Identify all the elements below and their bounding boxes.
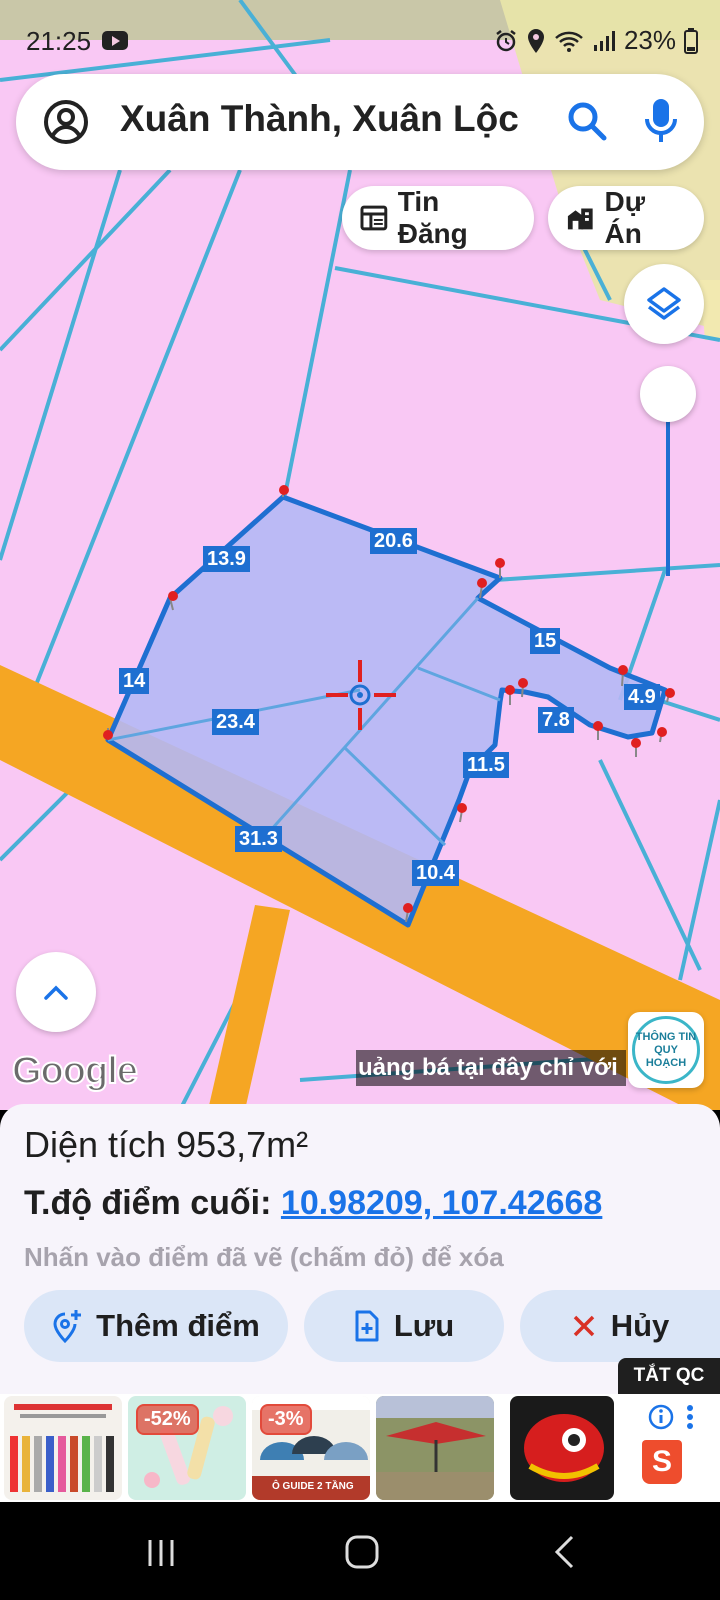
canopy-image: [376, 1396, 494, 1500]
account-icon[interactable]: [42, 98, 90, 146]
area-value: 953,7m²: [176, 1124, 309, 1165]
chevron-up-icon: [44, 985, 68, 1000]
signal-icon: [593, 30, 615, 51]
delete-hint: Nhấn vào điểm đã vẽ (chấm đỏ) để xóa: [24, 1242, 504, 1272]
paint-swatch-image: [10, 1404, 114, 1492]
save-button[interactable]: Lưu: [304, 1290, 504, 1362]
search-query[interactable]: Xuân Thành, Xuân Lộc: [120, 98, 519, 140]
projects-label: Dự Án: [604, 186, 646, 249]
listings-icon: [360, 205, 388, 231]
ad-thumb-umbrella[interactable]: -3% Ô GUIDE 2 TẦNG: [252, 1396, 370, 1500]
status-bar: 21:25 23%: [0, 0, 720, 80]
edge-length-label: 13.9: [203, 546, 250, 572]
discount-badge-2: -3%: [260, 1404, 312, 1435]
wifi-icon: [555, 31, 583, 52]
edge-length-label: 14: [119, 668, 150, 694]
battery-percent: 23%: [623, 25, 676, 55]
planning-info-button[interactable]: THÔNG TIN QUY HOẠCH: [628, 1012, 704, 1088]
close-icon: [573, 1315, 594, 1337]
back-icon[interactable]: [552, 1534, 576, 1570]
info-icon[interactable]: [648, 1404, 674, 1430]
ad-banner[interactable]: -52% -3% Ô GUIDE 2 TẦNG S: [0, 1394, 720, 1502]
projects-chip[interactable]: Dự Án: [548, 186, 704, 250]
battery-icon: [684, 27, 698, 54]
ad-thumb-canopy[interactable]: [376, 1396, 494, 1500]
youtube-icon: [102, 31, 128, 50]
ad-info-area[interactable]: S: [620, 1394, 720, 1502]
planning-info-icon: THÔNG TIN QUY HOẠCH: [632, 1016, 700, 1084]
edge-length-label: 31.3: [235, 826, 282, 852]
cancel-button[interactable]: Hủy: [520, 1290, 720, 1362]
building-icon: [567, 208, 593, 230]
umbrella-caption: Ô GUIDE 2 TẦNG: [272, 1481, 354, 1492]
planning-line-2: QUY HOẠCH: [645, 1043, 687, 1069]
hide-ads-button[interactable]: TẮT QC: [618, 1358, 720, 1394]
opacity-slider-track[interactable]: [666, 418, 670, 576]
opacity-slider-knob[interactable]: [640, 366, 696, 422]
mic-icon[interactable]: [638, 96, 684, 146]
edge-length-label: 15: [530, 628, 561, 654]
discount-badge-1: -52%: [136, 1404, 199, 1435]
expand-panel-button[interactable]: [16, 952, 96, 1032]
ad-thumb-pens[interactable]: -52%: [128, 1396, 246, 1500]
coord-link[interactable]: 10.98209, 107.42668: [281, 1184, 602, 1222]
ad-thumb-lion[interactable]: [510, 1396, 614, 1500]
location-icon: [527, 28, 544, 53]
edge-length-label: 7.8: [538, 707, 574, 733]
home-icon[interactable]: [344, 1534, 380, 1570]
edge-length-label: 23.4: [212, 709, 259, 735]
system-nav-bar: [0, 1502, 720, 1600]
edge-length-label: 11.5: [463, 752, 509, 778]
shopee-letter: S: [651, 1445, 672, 1478]
status-icons: 23%: [494, 25, 698, 56]
listings-label: Tin Đăng: [397, 186, 468, 249]
recent-apps-icon[interactable]: [144, 1536, 178, 1570]
more-options-icon[interactable]: [686, 1404, 694, 1430]
listings-chip[interactable]: Tin Đăng: [342, 186, 534, 250]
area-row: Diện tích 953,7m²: [24, 1124, 308, 1166]
save-label: Lưu: [393, 1308, 455, 1343]
google-watermark: Google: [11, 1049, 139, 1093]
ad-ticker[interactable]: uảng bá tại đây chỉ với: [356, 1050, 626, 1086]
search-icon[interactable]: [564, 98, 610, 144]
add-location-icon: [53, 1310, 82, 1343]
coord-row: T.độ điểm cuối: 10.98209, 107.42668: [24, 1184, 602, 1223]
lion-dance-image: [524, 1414, 604, 1482]
shopee-bag-icon: S: [642, 1440, 682, 1484]
area-label: Diện tích: [24, 1124, 167, 1165]
add-file-icon: [355, 1310, 379, 1342]
planning-line-1: THÔNG TIN: [635, 1030, 697, 1043]
ad-thumb-paint[interactable]: [4, 1396, 122, 1500]
search-bar[interactable]: Xuân Thành, Xuân Lộc: [16, 74, 704, 170]
edge-length-label: 10.4: [412, 860, 459, 886]
layers-button[interactable]: [624, 264, 704, 344]
status-time: 21:25: [26, 26, 92, 56]
alarm-icon: [496, 29, 516, 51]
cancel-label: Hủy: [610, 1308, 670, 1343]
edge-length-label: 20.6: [370, 528, 417, 554]
add-point-button[interactable]: Thêm điểm: [24, 1290, 288, 1362]
add-point-label: Thêm điểm: [96, 1308, 260, 1343]
layers-icon: [647, 287, 681, 320]
edge-length-label: 4.9: [624, 684, 660, 710]
coord-label: T.độ điểm cuối:: [24, 1184, 272, 1222]
